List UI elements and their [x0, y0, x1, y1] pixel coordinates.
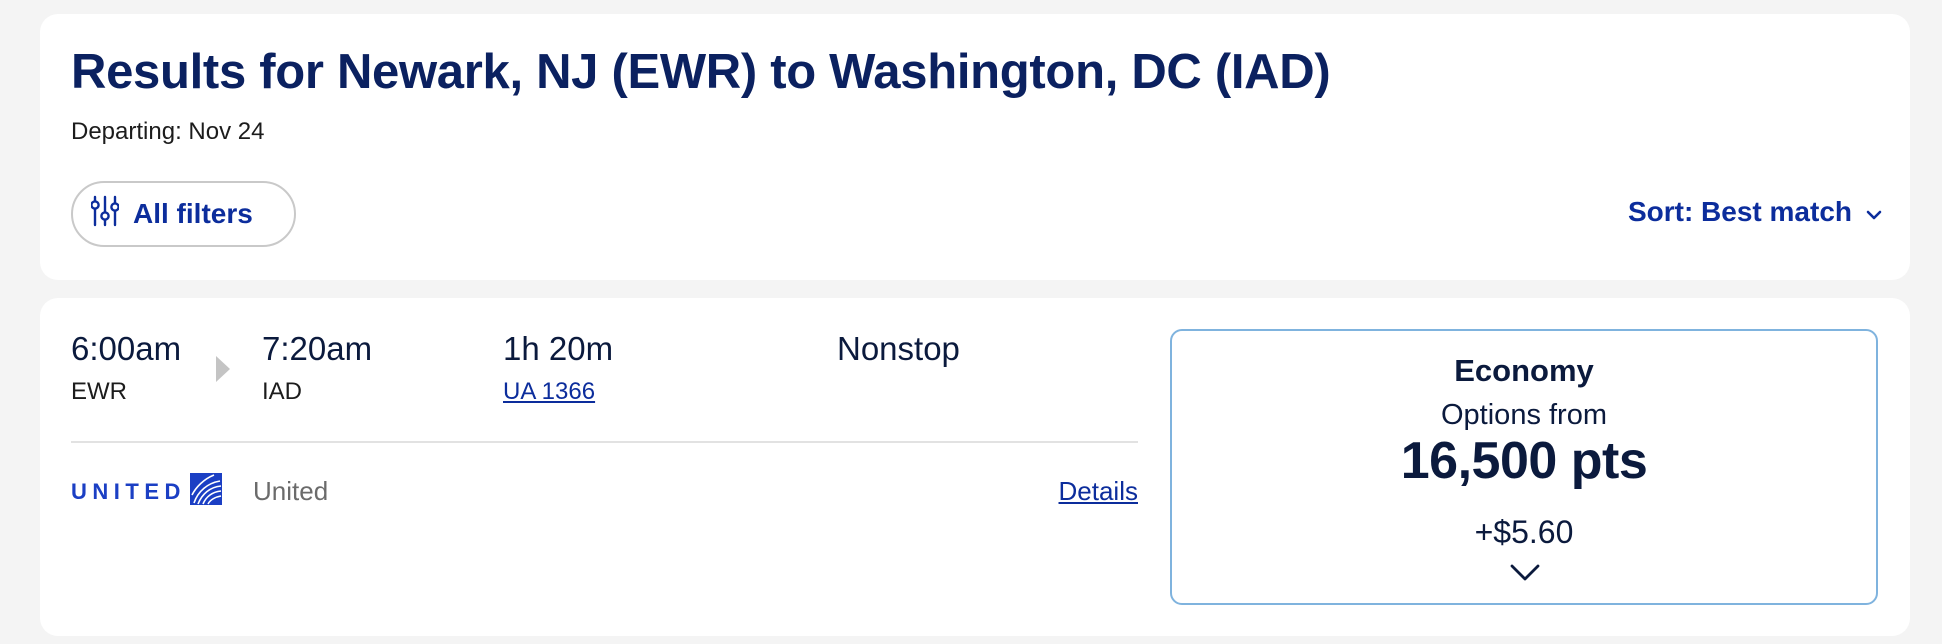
fare-fee: +$5.60	[1474, 514, 1574, 550]
sliders-icon	[90, 194, 120, 235]
depart-time: 6:00am	[71, 330, 182, 367]
fare-economy-option[interactable]: Economy Options from 16,500 pts +$5.60	[1170, 329, 1878, 605]
chevron-down-icon[interactable]	[1510, 563, 1540, 588]
all-filters-button[interactable]: All filters	[71, 181, 296, 247]
depart-airport-code: EWR	[71, 378, 127, 405]
airline-name: United	[253, 476, 329, 506]
divider	[71, 441, 1138, 443]
airline-logo: UNITED	[71, 473, 222, 510]
stops: Nonstop	[837, 330, 960, 367]
fare-options-label: Options from	[1441, 399, 1607, 431]
arrive-airport-code: IAD	[262, 378, 303, 405]
united-globe-icon	[189, 473, 222, 510]
fare-cabin-label: Economy	[1454, 353, 1594, 388]
page-title: Results for Newark, NJ (EWR) to Washingt…	[71, 45, 1331, 99]
arrow-right-icon	[215, 354, 231, 389]
details-link[interactable]: Details	[1059, 476, 1138, 507]
flight-number-link[interactable]: UA 1366	[503, 378, 595, 406]
fare-points: 16,500 pts	[1400, 432, 1648, 490]
sort-label: Sort: Best match	[1627, 196, 1852, 227]
departing-date: Departing: Nov 24	[71, 118, 265, 145]
all-filters-label: All filters	[133, 198, 253, 229]
flight-result-card[interactable]: 6:00am EWR 7:20am IAD 1h 20m UA 1366 Non…	[40, 298, 1910, 636]
chevron-down-icon	[1866, 196, 1882, 228]
arrive-time: 7:20am	[262, 330, 373, 367]
flight-duration: 1h 20m	[503, 330, 614, 367]
search-header: Results for Newark, NJ (EWR) to Washingt…	[40, 14, 1910, 280]
sort-dropdown[interactable]: Sort: Best match	[1628, 196, 1882, 228]
airline-logo-text: UNITED	[71, 478, 186, 504]
